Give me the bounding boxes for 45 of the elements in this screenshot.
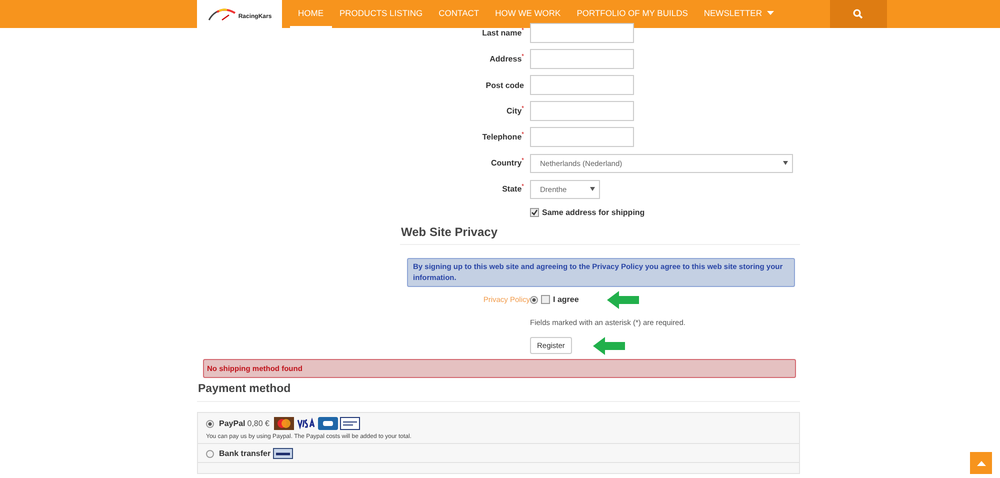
card-icon (318, 417, 338, 430)
arrow-icon (606, 290, 639, 308)
checkbox[interactable] (541, 295, 550, 304)
checkbox[interactable] (530, 208, 539, 216)
section-heading: Web Site Privacy (400, 222, 800, 245)
checkbox-label: I agree (553, 295, 579, 304)
search-button[interactable] (830, 0, 887, 28)
input-field[interactable] (530, 127, 634, 147)
card-icon (340, 417, 360, 430)
input-field[interactable] (530, 75, 634, 95)
card-icon (274, 417, 294, 430)
arrow-icon (592, 336, 625, 354)
payment-method-name: PayPal (219, 419, 246, 428)
nav-link[interactable]: HOW WE WORK (487, 0, 569, 28)
field-label: Last name$^{*}$ (481, 28, 525, 38)
nav-link[interactable]: HOME (290, 0, 332, 28)
caret-icon (766, 11, 774, 15)
field-label: Post code (484, 80, 525, 90)
field-label: State$^{*}$ (501, 184, 525, 194)
caret-icon (590, 187, 595, 191)
section-heading: Payment method (197, 380, 800, 402)
field-label: Telephone$^{*}$ (481, 132, 525, 142)
caret-icon (783, 161, 788, 165)
scroll-to-top-button[interactable] (970, 452, 992, 474)
caret-up-icon (976, 460, 986, 466)
speedometer-logo-icon (207, 7, 238, 21)
field-label: City$^{*}$ (506, 106, 525, 116)
checkbox-label: Same address for shipping (542, 208, 645, 216)
bank-icon (272, 448, 293, 459)
radio-button[interactable] (530, 296, 538, 304)
payment-price: 0,80 € (247, 419, 270, 428)
input-field[interactable] (530, 23, 634, 43)
input-field[interactable] (530, 101, 634, 121)
nav-link[interactable]: PRODUCTS LISTING (332, 0, 431, 28)
nav-link[interactable]: PORTFOLIO OF MY BUILDS (568, 0, 696, 28)
nav-link[interactable]: CONTACT (430, 0, 488, 28)
card-icon (296, 417, 316, 430)
nav-link[interactable]: NEWSLETTER (696, 0, 782, 28)
search-icon (853, 9, 864, 19)
field-label: Address$^{*}$ (488, 54, 525, 64)
radio-button[interactable] (206, 450, 214, 458)
payment-method-name: Bank transfer (219, 449, 271, 458)
field-label: Country$^{*}$ (490, 158, 525, 168)
radio-button[interactable] (206, 420, 214, 428)
input-field[interactable] (530, 49, 634, 69)
